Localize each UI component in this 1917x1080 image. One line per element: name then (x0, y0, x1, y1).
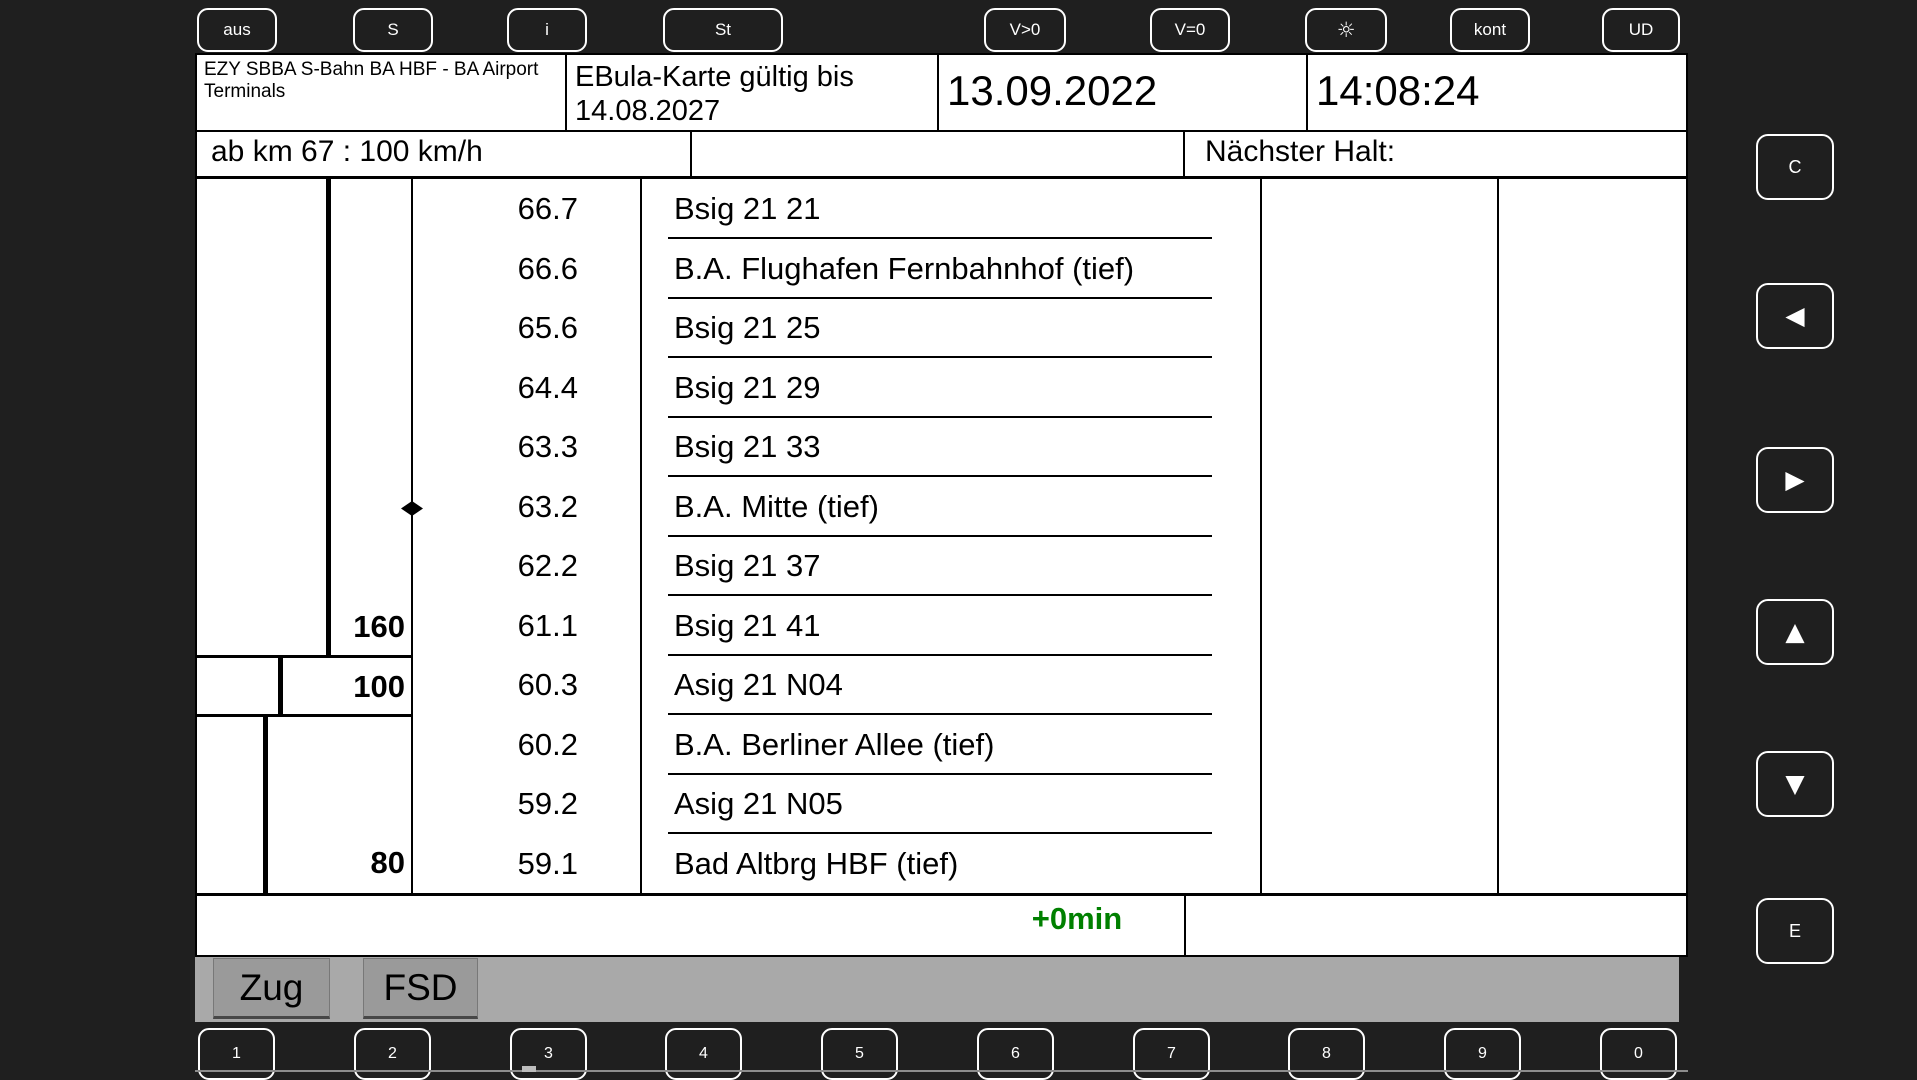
km-value: 66.6 (517, 250, 578, 286)
key-8[interactable]: 8 (1288, 1028, 1365, 1080)
validity-date: 14.08.2027 (575, 95, 721, 127)
km-value: 63.2 (517, 488, 578, 524)
route-title: EZY SBBA S-Bahn BA HBF - BA Airport Term… (204, 59, 539, 102)
delay-row-divider (1184, 896, 1186, 958)
station-name: Bsig 21 41 (674, 607, 821, 643)
station-name: Bsig 21 29 (674, 369, 821, 405)
station-name: Bsig 21 37 (674, 548, 821, 583)
station-name: B.A. Flughafen Fernbahnhof (tief) (674, 250, 1135, 286)
clock-display: 14:08:24 (1316, 67, 1480, 114)
table-row: 62.2 Bsig 21 37 (197, 536, 1686, 596)
up-arrow-icon: ▲ (1785, 617, 1805, 646)
down-arrow-button[interactable]: ▼ (1756, 751, 1834, 817)
delay-row: +0min (197, 893, 1686, 958)
key-3[interactable]: 3 (510, 1028, 587, 1080)
station-name: Bsig 21 21 (674, 191, 821, 226)
table-row: 64.4 Bsig 21 29 (197, 358, 1686, 417)
enter-button[interactable]: E (1756, 898, 1834, 964)
key-1[interactable]: 1 (198, 1028, 275, 1080)
info-button[interactable]: i (507, 8, 587, 52)
tab-bar: Zug FSD (195, 957, 1679, 1022)
header-row: EZY SBBA S-Bahn BA HBF - BA Airport Term… (197, 55, 1686, 132)
right-arrow-button[interactable]: ▶ (1756, 447, 1834, 513)
ud-button[interactable]: UD (1602, 8, 1680, 52)
station-name: Asig 21 N05 (674, 786, 843, 821)
subheader-row: ab km 67 : 100 km/h Nächster Halt: (197, 130, 1686, 179)
schedule-rows: 66.7 Bsig 21 21 66.6 B.A. Flughafen Fern… (197, 179, 1686, 893)
route-cell: EZY SBBA S-Bahn BA HBF - BA Airport Term… (197, 55, 567, 130)
key-6[interactable]: 6 (977, 1028, 1054, 1080)
key-9[interactable]: 9 (1444, 1028, 1521, 1080)
next-stop-cell: Nächster Halt: (1185, 130, 1686, 176)
down-arrow-icon: ▼ (1785, 769, 1805, 798)
station-name: B.A. Berliner Allee (tief) (674, 726, 995, 762)
table-row: 66.7 Bsig 21 21 (197, 179, 1686, 239)
speed-restriction-cell: ab km 67 : 100 km/h (197, 130, 692, 176)
station-name: Bsig 21 33 (674, 429, 821, 464)
sun-icon: ☼ (1336, 18, 1356, 42)
left-arrow-icon: ◀ (1785, 301, 1805, 330)
km-value: 63.3 (517, 429, 578, 464)
station-name: Bsig 21 25 (674, 310, 821, 345)
table-row: 61.1 Bsig 21 41 (197, 596, 1686, 655)
station-name: Asig 21 N04 (674, 667, 843, 702)
next-stop-label: Nächster Halt: (1205, 135, 1396, 168)
left-arrow-button[interactable]: ◀ (1756, 283, 1834, 349)
key-7[interactable]: 7 (1133, 1028, 1210, 1080)
v-equals-0-button[interactable]: V=0 (1150, 8, 1230, 52)
time-cell: 14:08:24 (1308, 55, 1686, 130)
table-row: 59.2 Asig 21 N05 (197, 774, 1686, 834)
km-value: 60.2 (517, 726, 578, 762)
tab-fsd[interactable]: FSD (363, 958, 478, 1019)
station-name: B.A. Mitte (tief) (674, 488, 879, 524)
validity-cell: EBula-Karte gültig bis 14.08.2027 (567, 55, 939, 130)
right-arrow-icon: ▶ (1785, 465, 1805, 494)
validity-label: EBula-Karte gültig bis (575, 61, 854, 93)
ebula-display-panel: EZY SBBA S-Bahn BA HBF - BA Airport Term… (195, 53, 1688, 958)
bottom-notch (522, 1066, 536, 1072)
delay-indicator: +0min (1031, 901, 1123, 936)
km-value: 59.2 (517, 786, 578, 821)
table-row: 65.6 Bsig 21 25 (197, 298, 1686, 358)
key-5[interactable]: 5 (821, 1028, 898, 1080)
clear-button[interactable]: C (1756, 134, 1834, 200)
schedule-table: 160 100 80 66.7 Bsig 21 21 66.6 B.A. Flu… (197, 179, 1686, 893)
km-value: 65.6 (517, 310, 578, 345)
v-greater-0-button[interactable]: V>0 (984, 8, 1066, 52)
table-row: 66.6 B.A. Flughafen Fernbahnhof (tief) (197, 239, 1686, 298)
km-value: 61.1 (517, 607, 578, 643)
tab-zug[interactable]: Zug (213, 958, 330, 1019)
km-value: 59.1 (517, 845, 578, 881)
key-2[interactable]: 2 (354, 1028, 431, 1080)
aus-button[interactable]: aus (197, 8, 277, 52)
table-row: 60.2 B.A. Berliner Allee (tief) (197, 715, 1686, 774)
brightness-button[interactable]: ☼ (1305, 8, 1387, 52)
km-value: 66.7 (517, 191, 578, 226)
speed-restriction-label: ab km 67 : 100 km/h (211, 135, 483, 168)
subheader-empty-cell (692, 130, 1185, 176)
table-row: 59.1 Bad Altbrg HBF (tief) (197, 834, 1686, 894)
km-value: 64.4 (517, 369, 578, 405)
table-row: 63.3 Bsig 21 33 (197, 417, 1686, 477)
s-button[interactable]: S (353, 8, 433, 52)
table-row: 63.2 B.A. Mitte (tief) (197, 477, 1686, 536)
date-cell: 13.09.2022 (939, 55, 1308, 130)
date-display: 13.09.2022 (947, 67, 1158, 114)
key-0[interactable]: 0 (1600, 1028, 1677, 1080)
km-value: 60.3 (517, 667, 578, 702)
st-button[interactable]: St (663, 8, 783, 52)
station-name: Bad Altbrg HBF (tief) (674, 845, 959, 881)
up-arrow-button[interactable]: ▲ (1756, 599, 1834, 665)
key-4[interactable]: 4 (665, 1028, 742, 1080)
km-value: 62.2 (517, 548, 578, 583)
kont-button[interactable]: kont (1450, 8, 1530, 52)
table-row: 60.3 Asig 21 N04 (197, 655, 1686, 715)
